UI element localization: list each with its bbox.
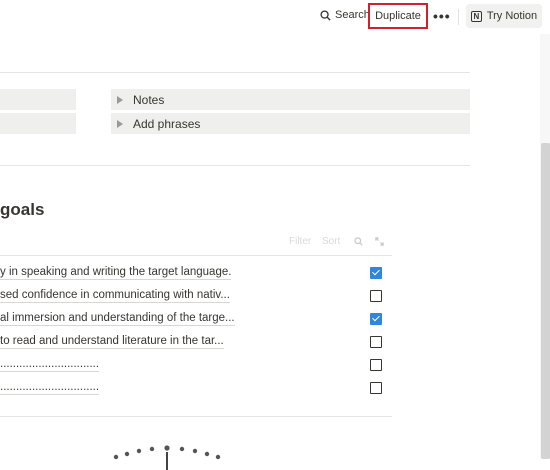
goal-checkbox[interactable]	[370, 290, 382, 302]
goal-checkbox[interactable]	[370, 267, 382, 279]
search-label: Search	[335, 9, 370, 21]
divider	[0, 72, 470, 73]
left-block-1[interactable]	[0, 89, 76, 110]
try-notion-button[interactable]: N Try Notion	[466, 4, 542, 28]
goal-row[interactable]: al immersion and understanding of the ta…	[0, 309, 392, 332]
goal-text[interactable]: sed confidence in communicating with nat…	[0, 289, 230, 303]
expand-icon[interactable]	[375, 237, 384, 246]
table-top-border	[0, 255, 392, 256]
search-icon[interactable]	[354, 237, 363, 246]
toggle-triangle-icon[interactable]	[117, 95, 123, 104]
goal-row[interactable]: ...............................	[0, 355, 392, 378]
toggle-notes[interactable]: Notes	[111, 89, 470, 110]
more-options-button[interactable]: •••	[433, 8, 451, 24]
scrollbar-thumb[interactable]	[541, 143, 550, 459]
toolbar-divider	[458, 9, 459, 25]
goal-row[interactable]: ...............................	[0, 378, 392, 401]
left-block-2[interactable]	[0, 113, 76, 134]
goal-checkbox[interactable]	[370, 313, 382, 325]
toggle-add-phrases[interactable]: Add phrases	[111, 113, 470, 134]
goal-row[interactable]: y in speaking and writing the target lan…	[0, 263, 392, 286]
search-button[interactable]: Search	[320, 9, 370, 21]
duplicate-label: Duplicate	[375, 10, 421, 22]
try-notion-label: Try Notion	[486, 10, 538, 22]
more-icon: •••	[433, 8, 451, 24]
goal-row[interactable]: sed confidence in communicating with nat…	[0, 286, 392, 309]
goal-row[interactable]: to read and understand literature in the…	[0, 332, 392, 355]
table-bottom-border	[0, 416, 392, 417]
toggle-notes-label: Notes	[133, 92, 165, 107]
divider	[0, 165, 470, 166]
sort-button[interactable]: Sort	[322, 236, 340, 247]
duplicate-button[interactable]: Duplicate	[368, 3, 428, 29]
goal-checkbox[interactable]	[370, 382, 382, 394]
goal-text[interactable]: al immersion and understanding of the ta…	[0, 312, 235, 326]
goal-text[interactable]: ...............................	[0, 381, 100, 395]
toggle-triangle-icon[interactable]	[117, 119, 123, 128]
top-bar: Search Duplicate ••• N Try Notion	[0, 0, 550, 34]
filter-button[interactable]: Filter	[289, 236, 311, 247]
goal-text[interactable]: y in speaking and writing the target lan…	[0, 266, 232, 280]
dotted-progress-dial	[113, 445, 221, 470]
toggle-add-phrases-label: Add phrases	[133, 116, 201, 131]
goal-checkbox[interactable]	[370, 336, 382, 348]
goals-heading: goals	[0, 200, 45, 219]
goal-text[interactable]: ...............................	[0, 358, 100, 372]
goal-text[interactable]: to read and understand literature in the…	[0, 335, 224, 349]
search-icon	[320, 9, 331, 21]
notion-logo-icon: N	[470, 10, 482, 22]
goal-checkbox[interactable]	[370, 359, 382, 371]
